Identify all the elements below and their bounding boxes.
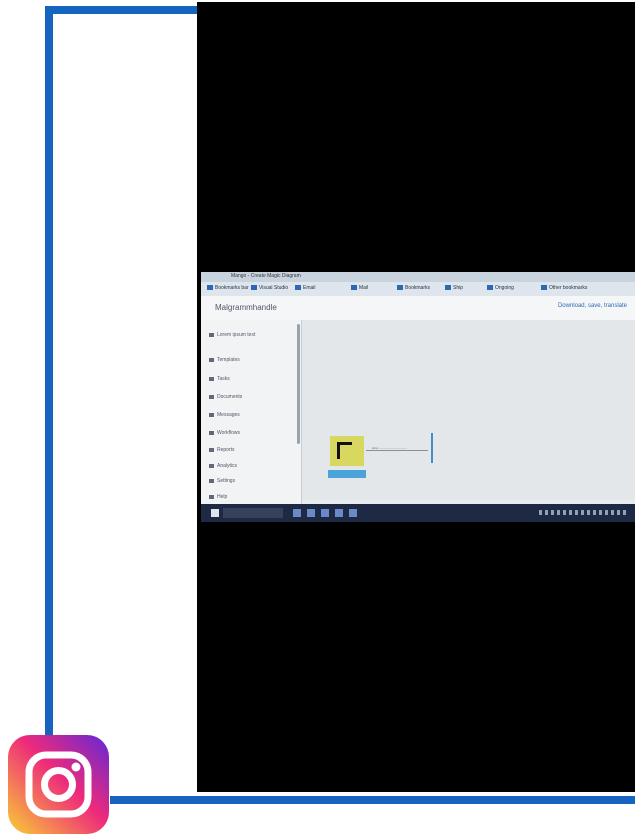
sidebar-item[interactable]: Settings (209, 478, 235, 484)
sidebar-item[interactable]: Lorem ipsum text (209, 332, 255, 338)
laptop-screen: Mango - Create Magic Diagram Bookmarks b… (201, 272, 635, 522)
bookmark-item[interactable]: Other bookmarks (541, 285, 587, 291)
bookmark-icon (251, 285, 257, 291)
sidebar-item-icon (209, 412, 214, 417)
sidebar-item[interactable]: Messages (209, 412, 240, 418)
sidebar-item-icon (209, 463, 214, 468)
taskbar-search[interactable] (223, 508, 283, 518)
diagram-canvas[interactable]: label ---------------------------- (302, 320, 635, 500)
browser-tab-title[interactable]: Mango - Create Magic Diagram (231, 273, 301, 279)
diagram-connector-label: label ---------------------------- (372, 446, 408, 450)
bookmark-icon (207, 285, 213, 291)
sidebar-item[interactable]: Analytics (209, 463, 237, 469)
sidebar-item-icon (209, 447, 214, 452)
sidebar-item[interactable]: Templates (209, 357, 240, 363)
sidebar-item[interactable]: Workflows (209, 430, 240, 436)
sidebar-item-icon (209, 376, 214, 381)
sidebar-item[interactable]: Help (209, 494, 227, 500)
instagram-icon (8, 735, 109, 834)
start-icon[interactable] (211, 509, 219, 517)
sidebar-item[interactable]: Documents (209, 394, 242, 400)
bookmark-icon (351, 285, 357, 291)
bookmarks-bar: Bookmarks bar Visual Studio Email Mail B… (201, 282, 635, 296)
sidebar-item-icon (209, 394, 214, 399)
bookmark-item[interactable]: Email (295, 285, 316, 291)
bookmark-item[interactable]: Visual Studio (251, 285, 288, 291)
instagram-glyph-icon (25, 751, 92, 818)
taskbar-app-icon[interactable] (307, 509, 315, 517)
sidebar-item-icon (209, 494, 214, 499)
bookmark-item[interactable]: Bookmarks bar (207, 285, 249, 291)
bookmark-icon (541, 285, 547, 291)
frame-left-border (45, 6, 53, 800)
browser-tab-strip: Mango - Create Magic Diagram (201, 272, 635, 282)
bookmark-item[interactable]: Ongoing (487, 285, 514, 291)
bookmark-item[interactable]: Mail (351, 285, 368, 291)
frame-top-border (45, 6, 197, 14)
sidebar-item-icon (209, 478, 214, 483)
taskbar-app-icon[interactable] (335, 509, 343, 517)
diagram-shape[interactable] (330, 436, 364, 466)
sidebar-item-icon (209, 332, 214, 337)
sidebar-item-icon (209, 430, 214, 435)
system-tray[interactable] (539, 510, 629, 515)
bookmark-item[interactable]: Ship (445, 285, 463, 291)
text-cursor (431, 433, 433, 463)
bookmark-icon (397, 285, 403, 291)
header-action-link[interactable]: Download, save, translate (558, 303, 627, 309)
bookmark-icon (445, 285, 451, 291)
site-title[interactable]: Malgrammhandle (215, 303, 277, 312)
taskbar (201, 504, 635, 522)
bookmark-icon (295, 285, 301, 291)
sidebar: Lorem ipsum text Templates Tasks Documen… (201, 320, 302, 510)
sidebar-scrollbar[interactable] (297, 324, 300, 444)
diagram-connector[interactable] (366, 450, 428, 451)
taskbar-app-icon[interactable] (349, 509, 357, 517)
taskbar-app-icon[interactable] (321, 509, 329, 517)
bookmark-icon (487, 285, 493, 291)
site-header: Malgrammhandle Download, save, translate (201, 296, 635, 321)
sidebar-item-icon (209, 357, 214, 362)
bookmark-item[interactable]: Bookmarks (397, 285, 430, 291)
diagram-shape-bar[interactable] (328, 470, 366, 478)
sidebar-item[interactable]: Tasks (209, 376, 230, 382)
frame-bottom-border (110, 796, 635, 804)
sidebar-item[interactable]: Reports (209, 447, 235, 453)
taskbar-app-icon[interactable] (293, 509, 301, 517)
photo-of-laptop-screen: Mango - Create Magic Diagram Bookmarks b… (197, 2, 635, 792)
